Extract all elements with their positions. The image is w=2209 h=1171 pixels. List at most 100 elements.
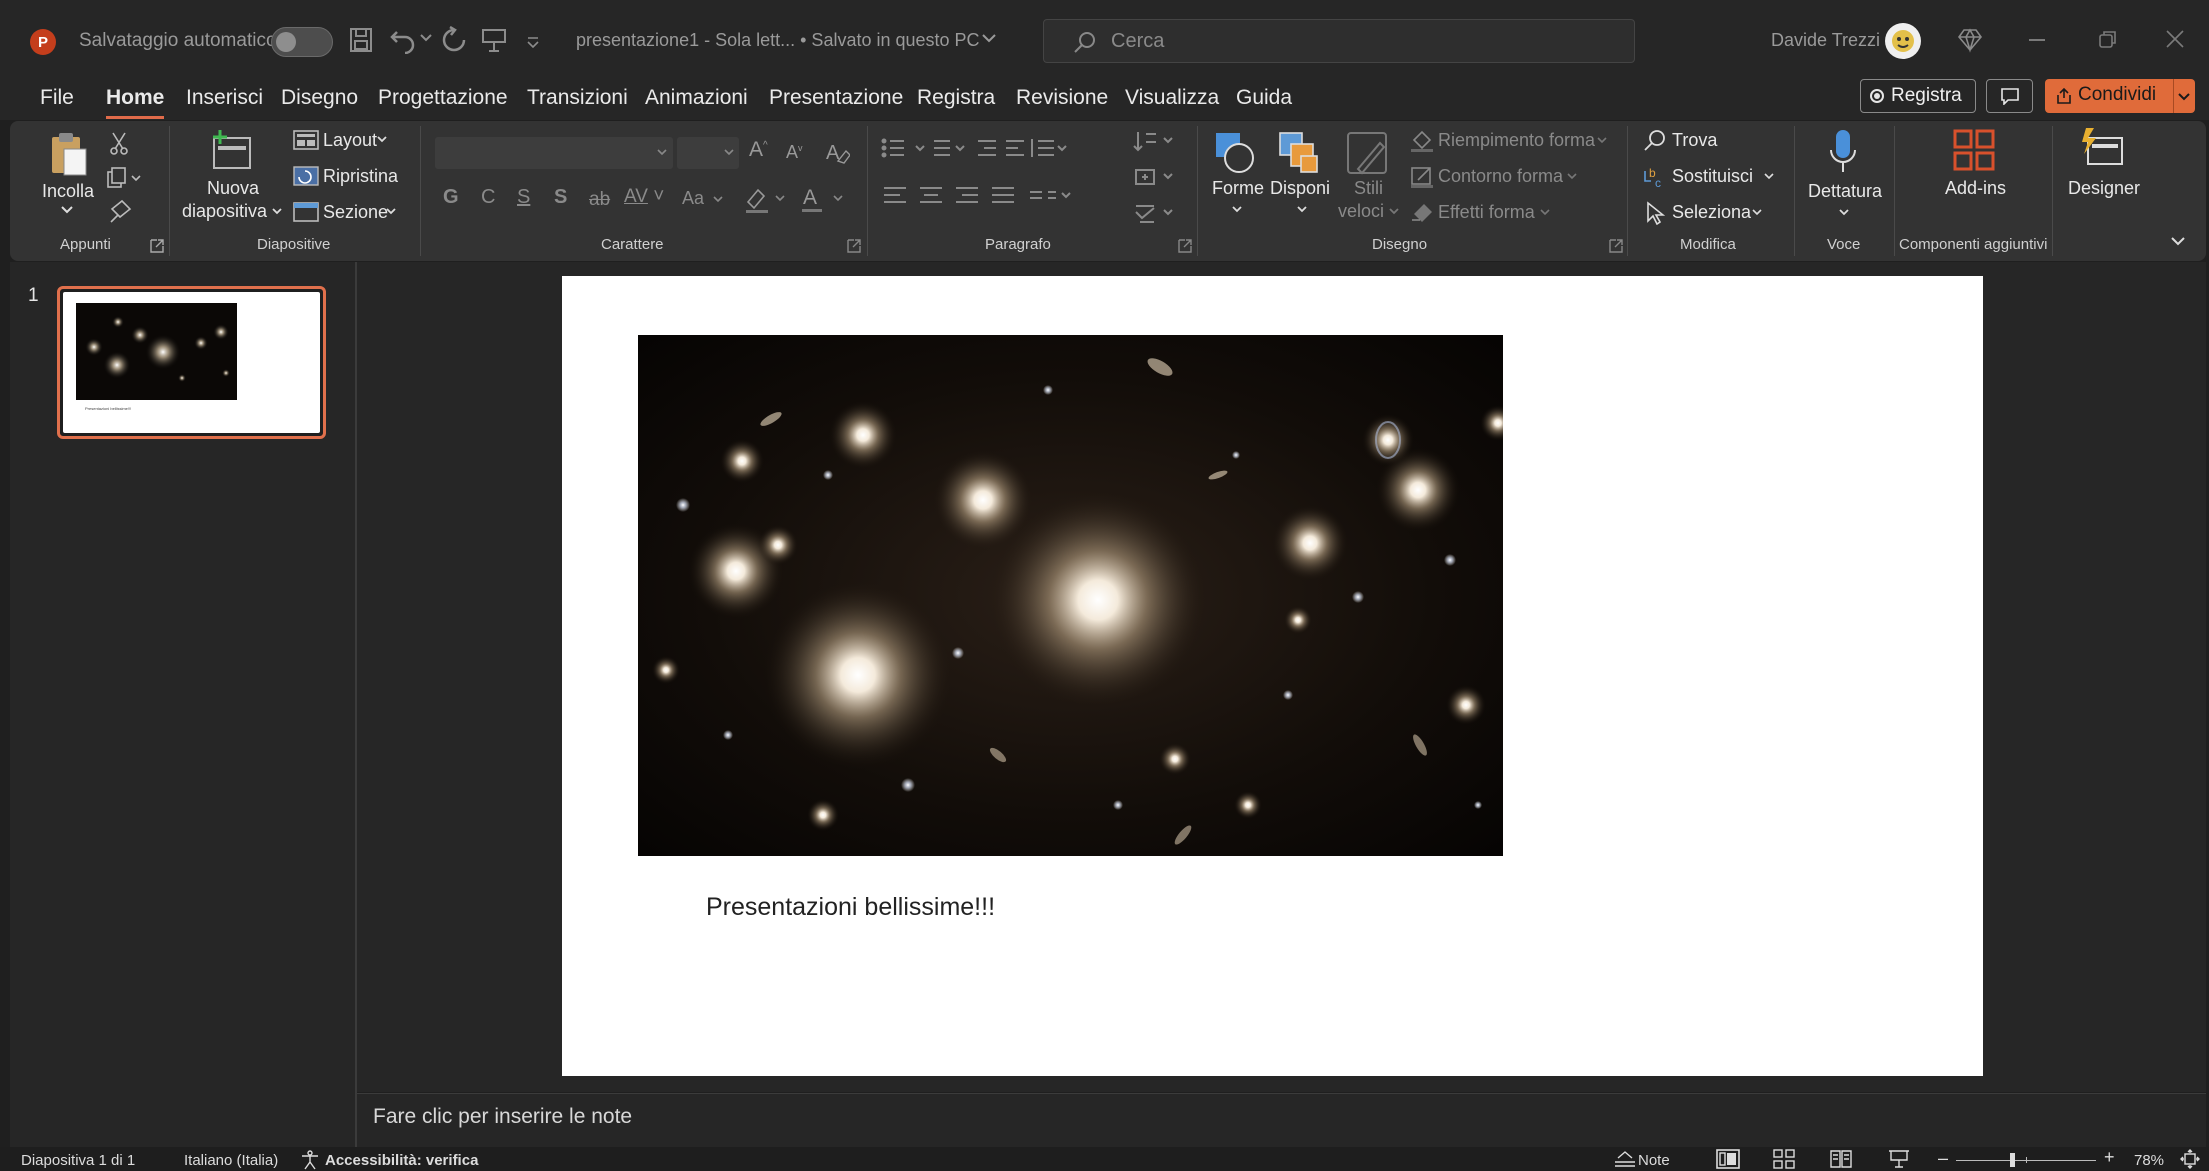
language-indicator[interactable]: Italiano (Italia) <box>184 1152 278 1169</box>
normal-view-icon[interactable] <box>1716 1149 1740 1169</box>
tab-view[interactable]: Visualizza <box>1125 86 1219 110</box>
notes-pane[interactable]: Fare clic per inserire le note <box>357 1093 2206 1148</box>
section-label[interactable]: Sezione <box>323 202 388 223</box>
arrange-icon[interactable] <box>1277 130 1323 176</box>
copy-icon[interactable] <box>106 167 142 189</box>
zoom-in-icon[interactable]: + <box>2104 1148 2115 1166</box>
select-label[interactable]: Seleziona <box>1672 202 1751 223</box>
bold-button[interactable]: G <box>443 186 459 209</box>
replace-icon[interactable]: bc <box>1641 165 1667 189</box>
notes-toggle-icon[interactable] <box>1614 1150 1636 1168</box>
zoom-out-icon[interactable]: – <box>1938 1149 1948 1167</box>
title-dropdown-icon[interactable] <box>982 34 996 43</box>
paragraph-launcher-icon[interactable] <box>1178 239 1192 253</box>
shape-fill-label[interactable]: Riempimento forma <box>1438 130 1595 151</box>
font-size-combobox[interactable] <box>677 137 739 169</box>
shapes-label[interactable]: Forme <box>1212 178 1264 199</box>
share-button[interactable]: Condividi <box>2045 79 2195 113</box>
present-from-start-icon[interactable] <box>481 27 507 53</box>
find-icon[interactable] <box>1644 129 1666 151</box>
shape-outline-icon[interactable] <box>1410 166 1434 188</box>
paragraph-tools-icon[interactable] <box>880 136 1120 216</box>
document-title[interactable]: presentazione1 - Sola lett... • Salvato … <box>576 30 980 51</box>
tab-slideshow[interactable]: Presentazione <box>769 86 903 110</box>
share-dropdown-icon[interactable] <box>2178 93 2190 101</box>
slide-thumbnail[interactable]: Presentazioni bellissime!!! <box>57 286 326 439</box>
drawing-launcher-icon[interactable] <box>1609 239 1623 253</box>
dictate-dropdown-icon[interactable] <box>1839 209 1849 216</box>
select-dropdown-icon[interactable] <box>1752 209 1762 216</box>
layout-icon[interactable] <box>293 130 319 150</box>
zoom-slider[interactable] <box>1956 1153 2096 1167</box>
zoom-slider-thumb[interactable] <box>2010 1153 2015 1167</box>
autosave-toggle[interactable] <box>271 27 333 57</box>
reset-label[interactable]: Ripristina <box>323 166 398 187</box>
tab-draw[interactable]: Disegno <box>281 86 358 110</box>
shape-outline-label[interactable]: Contorno forma <box>1438 166 1563 187</box>
shape-outline-dropdown-icon[interactable] <box>1567 173 1577 180</box>
underline-button[interactable]: S <box>517 186 530 209</box>
italic-button[interactable]: C <box>481 186 495 209</box>
select-icon[interactable] <box>1645 201 1665 225</box>
slideshow-view-icon[interactable] <box>1888 1149 1910 1169</box>
tab-transitions[interactable]: Transizioni <box>527 86 628 110</box>
reset-icon[interactable] <box>293 166 319 186</box>
tab-design[interactable]: Progettazione <box>378 86 508 110</box>
undo-icon[interactable] <box>389 26 417 54</box>
quick-styles-label-2[interactable]: veloci <box>1338 201 1384 222</box>
slide-caption-text[interactable]: Presentazioni bellissime!!! <box>706 893 995 922</box>
shape-effects-dropdown-icon[interactable] <box>1540 209 1550 216</box>
search-box[interactable]: Cerca <box>1043 19 1635 63</box>
font-color-icon[interactable]: A <box>800 184 846 214</box>
close-icon[interactable] <box>2165 29 2185 49</box>
paste-label[interactable]: Incolla <box>42 181 94 202</box>
clear-formatting-icon[interactable]: A <box>824 139 850 165</box>
addins-icon[interactable] <box>1952 128 1996 172</box>
quick-styles-dropdown-icon[interactable] <box>1389 208 1399 215</box>
slide-canvas[interactable]: Presentazioni bellissime!!! <box>562 276 1983 1076</box>
strikethrough-icon[interactable]: ab <box>589 189 610 211</box>
diamond-icon[interactable] <box>1957 27 1983 53</box>
new-slide-label-2[interactable]: diapositiva <box>182 201 267 222</box>
new-slide-icon[interactable] <box>208 128 254 172</box>
designer-label[interactable]: Designer <box>2068 178 2140 199</box>
accessibility-status[interactable]: Accessibilità: verifica <box>325 1152 478 1169</box>
quick-styles-icon[interactable] <box>1346 131 1392 177</box>
fit-to-window-icon[interactable] <box>2180 1149 2200 1169</box>
shape-fill-icon[interactable] <box>1410 130 1434 152</box>
tab-home[interactable]: Home <box>106 86 165 119</box>
avatar[interactable] <box>1885 23 1921 59</box>
change-case-button[interactable]: Aa <box>682 188 704 209</box>
increase-font-icon[interactable]: A^ <box>749 138 768 162</box>
galaxy-cluster-image[interactable] <box>638 335 1503 856</box>
decrease-font-icon[interactable]: Av <box>786 142 803 163</box>
section-dropdown-icon[interactable] <box>386 208 396 215</box>
paste-icon[interactable] <box>48 131 88 177</box>
zoom-level[interactable]: 78% <box>2134 1152 2164 1169</box>
user-name[interactable]: Davide Trezzi <box>1771 30 1880 51</box>
font-name-combobox[interactable] <box>435 137 673 169</box>
shapes-icon[interactable] <box>1213 130 1257 176</box>
collapse-ribbon-icon[interactable] <box>2171 237 2185 246</box>
layout-label[interactable]: Layout <box>323 130 377 151</box>
shape-effects-label[interactable]: Effetti forma <box>1438 202 1535 223</box>
customize-toolbar-icon[interactable] <box>527 36 539 48</box>
tab-insert[interactable]: Inserisci <box>186 86 263 110</box>
arrange-label[interactable]: Disponi <box>1270 178 1330 199</box>
tab-animations[interactable]: Animazioni <box>645 86 748 110</box>
tab-record[interactable]: Registra <box>917 86 995 110</box>
cut-icon[interactable] <box>109 131 129 155</box>
format-painter-icon[interactable] <box>108 199 132 223</box>
comments-button[interactable] <box>1986 79 2033 113</box>
layout-dropdown-icon[interactable] <box>377 136 387 143</box>
shape-fill-dropdown-icon[interactable] <box>1597 137 1607 144</box>
replace-label[interactable]: Sostituisci <box>1672 166 1753 187</box>
tab-review[interactable]: Revisione <box>1016 86 1108 110</box>
highlight-icon[interactable] <box>744 184 788 214</box>
restore-icon[interactable] <box>2098 29 2118 49</box>
find-label[interactable]: Trova <box>1672 130 1717 151</box>
save-icon[interactable] <box>349 27 373 53</box>
reading-view-icon[interactable] <box>1830 1149 1852 1169</box>
change-case-dropdown-icon[interactable] <box>713 196 723 203</box>
undo-dropdown-icon[interactable] <box>420 34 432 42</box>
